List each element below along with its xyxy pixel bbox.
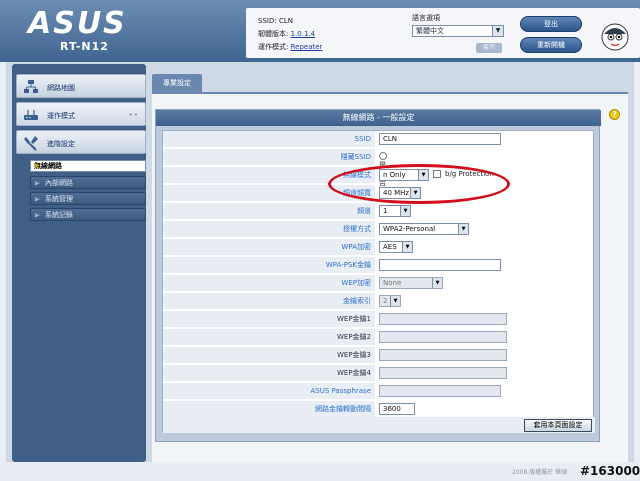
chevron-down-icon: ▼ <box>432 278 442 288</box>
hide-ssid-yes-radio[interactable] <box>379 152 387 160</box>
header: ASUS RT-N12 SSID: CLN 韌體版本: 1.0.1.4 運作模式… <box>0 0 640 62</box>
ssid-status-value: CLN <box>278 17 293 25</box>
watermark-text: #1630008 <box>580 464 640 478</box>
sidebar-item-label: 網路地圖 <box>47 84 75 92</box>
row-key-index: 金鑰索引 2 ▼ <box>163 293 595 309</box>
ssid-status: SSID: CLN <box>258 17 293 25</box>
sidebar-item-network-map[interactable]: 網路地圖 <box>16 74 146 98</box>
key-index-select[interactable]: 2 ▼ <box>379 295 401 307</box>
sidebar-item-label: 運作模式 <box>47 112 75 120</box>
chevron-down-icon: ▼ <box>492 26 503 36</box>
label-key-rotation: 網路金鑰轉動間隔 <box>163 401 375 417</box>
language-block: 語言選項 繁體中文 ▼ 套用 <box>412 13 504 53</box>
language-apply-button[interactable]: 套用 <box>476 43 502 53</box>
wep-key3-input[interactable] <box>379 349 507 361</box>
label-wpa-encryption: WPA加密 <box>163 239 375 255</box>
sidebar: 網路地圖 運作模式 •• 進階設定 ▶ 無線網路 ▶ 內部網路 ▶ 系統管理 ▶… <box>6 62 146 462</box>
row-key-rotation: 網路金鑰轉動間隔 3600 <box>163 401 595 417</box>
highlight-ellipse <box>328 164 510 204</box>
language-label: 語言選項 <box>412 14 440 22</box>
sidebar-subitem-system-log[interactable]: ▶ 系統記錄 <box>30 208 146 221</box>
network-map-icon <box>24 80 38 93</box>
label-key-index: 金鑰索引 <box>163 293 375 309</box>
mode-link[interactable]: Repeater <box>291 43 323 51</box>
row-wpa-psk: WPA-PSK金鑰 <box>163 257 595 273</box>
row-hide-ssid: 隱藏SSID 是 否 <box>163 149 595 187</box>
row-channel: 頻道 1 ▼ <box>163 203 595 219</box>
wep-key4-input[interactable] <box>379 367 507 379</box>
wep-key2-input[interactable] <box>379 331 507 343</box>
row-wep-key1: WEP金鑰1 <box>163 311 595 327</box>
status-panel: SSID: CLN 韌體版本: 1.0.1.4 運作模式: Repeater 語… <box>246 8 640 58</box>
brand-logo-text: ASUS <box>28 6 127 41</box>
copyright-text: 2008 版權屬於 華碩 <box>512 469 568 476</box>
label-auth-method: 授權方式 <box>163 221 375 237</box>
firmware-status: 韌體版本: 1.0.1.4 <box>258 30 316 38</box>
arrow-right-icon: ▶ <box>35 180 40 187</box>
row-passphrase: ASUS Passphrase <box>163 383 595 399</box>
label-wpa-psk: WPA-PSK金鑰 <box>163 257 375 273</box>
wireless-general-panel: 無線網路 - 一般設定 SSID CLN 隱藏SSID 是 否 無線模式 n O… <box>155 109 601 442</box>
key-rotation-input[interactable]: 3600 <box>379 403 415 415</box>
arrow-right-icon: ▶ <box>35 162 40 169</box>
page-footer: 2008 版權屬於 華碩 #1630008 <box>0 462 640 481</box>
chevron-down-icon: ▼ <box>402 242 412 252</box>
sidebar-subitem-lan[interactable]: ▶ 內部網路 <box>30 176 146 189</box>
arrow-right-icon: ▶ <box>35 196 40 203</box>
language-select[interactable]: 繁體中文 ▼ <box>412 25 504 37</box>
row-wep-key2: WEP金鑰2 <box>163 329 595 345</box>
label-passphrase: ASUS Passphrase <box>163 383 375 399</box>
sidebar-item-advanced[interactable]: 進階設定 <box>16 130 146 154</box>
row-wep-encryption: WEP加密 None ▼ <box>163 275 595 291</box>
row-ssid: SSID CLN <box>163 131 595 147</box>
firmware-link[interactable]: 1.0.1.4 <box>291 30 316 38</box>
label-wep-key2: WEP金鑰2 <box>163 329 375 345</box>
label-channel: 頻道 <box>163 203 375 219</box>
asus-logo: ASUS RT-N12 <box>6 4 238 58</box>
wep-key1-input[interactable] <box>379 313 507 325</box>
mode-status: 運作模式: Repeater <box>258 43 323 51</box>
help-icon[interactable]: ? <box>609 109 620 120</box>
panel-title: 無線網路 - 一般設定 <box>156 110 601 126</box>
label-wep-key1: WEP金鑰1 <box>163 311 375 327</box>
sidebar-subitem-wireless[interactable]: ▶ 無線網路 <box>30 160 146 172</box>
wep-encryption-select[interactable]: None ▼ <box>379 277 443 289</box>
form-footer: 套用本頁面設定 <box>163 417 595 433</box>
apply-settings-button[interactable]: 套用本頁面設定 <box>524 419 592 432</box>
arrow-right-icon: ▶ <box>35 212 40 219</box>
passphrase-input[interactable] <box>379 385 501 397</box>
row-wpa-encryption: WPA加密 AES ▼ <box>163 239 595 255</box>
label-wep-encryption: WEP加密 <box>163 275 375 291</box>
label-ssid: SSID <box>163 131 375 147</box>
label-wep-key3: WEP金鑰3 <box>163 347 375 363</box>
chevron-down-icon: ▼ <box>390 296 400 306</box>
wpa-encryption-select[interactable]: AES ▼ <box>379 241 413 253</box>
label-hide-ssid: 隱藏SSID <box>163 149 375 165</box>
row-auth-method: 授權方式 WPA2-Personal ▼ <box>163 221 595 237</box>
tools-icon <box>24 136 38 151</box>
row-wep-key4: WEP金鑰4 <box>163 365 595 381</box>
sidebar-item-operation-mode[interactable]: 運作模式 •• <box>16 102 146 126</box>
sidebar-subitem-administration[interactable]: ▶ 系統管理 <box>30 192 146 205</box>
sidebar-menu: 網路地圖 運作模式 •• 進階設定 ▶ 無線網路 ▶ 內部網路 ▶ 系統管理 ▶… <box>12 64 146 462</box>
auth-method-select[interactable]: WPA2-Personal ▼ <box>379 223 469 235</box>
mascot-icon <box>601 23 629 51</box>
chevron-down-icon: ▼ <box>400 206 410 216</box>
router-icon <box>24 110 38 120</box>
chevron-down-icon: ▼ <box>458 224 468 234</box>
row-wep-key3: WEP金鑰3 <box>163 347 595 363</box>
channel-select[interactable]: 1 ▼ <box>379 205 411 217</box>
logout-button[interactable]: 登出 <box>520 16 582 32</box>
tab-professional[interactable]: 專業設定 <box>152 74 202 92</box>
active-indicator: •• <box>128 111 139 119</box>
model-name: RT-N12 <box>60 40 109 53</box>
reboot-button[interactable]: 重新開機 <box>520 37 582 53</box>
sidebar-item-label: 進階設定 <box>47 140 75 148</box>
wpa-psk-input[interactable] <box>379 259 501 271</box>
label-wep-key4: WEP金鑰4 <box>163 365 375 381</box>
ssid-input[interactable]: CLN <box>379 133 501 145</box>
